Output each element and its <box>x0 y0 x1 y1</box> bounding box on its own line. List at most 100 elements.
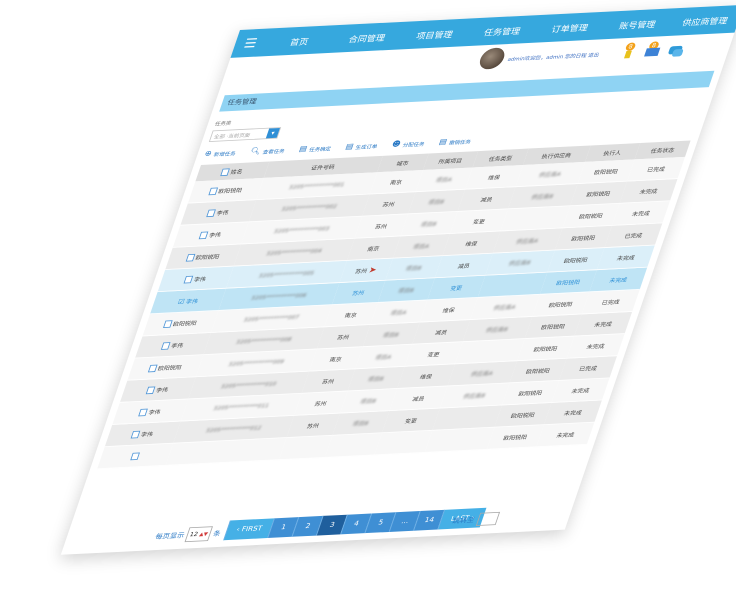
app-page: ☰ 首页 合同管理 项目管理 任务管理 订单管理 账号管理 供应商管理 admi… <box>60 4 736 555</box>
cell-status-text: 已完成 <box>646 165 666 174</box>
col-header-name[interactable]: 姓名 <box>230 168 244 175</box>
revoke-task-label: 撤销任务 <box>448 138 472 146</box>
cell-task-type-text: 变更 <box>426 351 441 359</box>
cell-id-text: 3205**********003 <box>272 225 331 235</box>
cell-executor: 欧阳锐阳 <box>524 313 583 339</box>
assign-user-icon: ☻ <box>390 140 402 150</box>
row-checkbox[interactable] <box>130 452 140 460</box>
nav-item-accounts[interactable]: 账号管理 <box>602 16 674 32</box>
add-task-button[interactable]: ⊕ 新增任务 <box>203 149 237 159</box>
cell-city-text: 苏州 <box>373 223 388 231</box>
cell-project: 项目B <box>384 255 443 281</box>
cell-city-text: 苏州 <box>320 378 335 386</box>
cell-executor-text: 欧阳锐阳 <box>577 212 604 221</box>
cell-task-type-text: 减员 <box>434 329 448 337</box>
cell-task-type: 变更 <box>427 275 486 300</box>
cell-id-text: 3205**********007 <box>242 313 301 324</box>
cell-supplier-text: 供应商B <box>507 259 532 268</box>
cell-id-text: 3205**********004 <box>265 247 323 257</box>
cell-supplier <box>424 427 495 453</box>
cell-project-text: 项目B <box>397 287 415 295</box>
cell-city-text: 苏州 <box>354 267 369 275</box>
cell-project: 项目B <box>407 189 466 214</box>
cell-status-text: 未完成 <box>585 342 606 351</box>
per-page-stepper[interactable]: 12 ▲▼ <box>184 526 214 543</box>
mail-icon[interactable]: 8 <box>643 41 663 58</box>
cell-id-text: 3205**********009 <box>227 358 286 368</box>
cell-status: 已完成 <box>582 289 640 314</box>
header-icons: 8 8 <box>619 40 686 59</box>
cell-task-type-text: 减员 <box>456 262 471 270</box>
cell-project: 项目A <box>392 233 451 259</box>
revoke-task-button[interactable]: ▤ 撤销任务 <box>438 137 473 147</box>
cell-task-type: 变更 <box>450 208 508 234</box>
nav-item-home[interactable]: 首页 <box>264 33 336 49</box>
cell-city-text: 南京 <box>366 245 381 253</box>
cell-project-text: 项目B <box>351 420 370 428</box>
goto-page-input[interactable] <box>475 511 501 526</box>
cell-project: 项目A <box>369 299 428 325</box>
cell-status: 未完成 <box>597 245 655 270</box>
generate-order-button[interactable]: ▤ 生成订单 <box>344 142 379 152</box>
cell-city-text: 苏州 <box>381 201 396 209</box>
cell-task-type-text: 变更 <box>403 417 418 425</box>
cell-id <box>165 437 287 466</box>
cell-task-type-text: 变更 <box>471 218 486 226</box>
cell-executor-text: 欧阳锐阳 <box>547 301 574 309</box>
select-value: 全部 ·当前页面 <box>213 132 251 140</box>
cell-task-type: 变更 <box>382 408 440 433</box>
cell-name-text: 李伟 <box>185 297 199 305</box>
cell-executor-text: 欧阳锐阳 <box>570 234 596 243</box>
chat-icon[interactable] <box>666 40 686 57</box>
cell-name-text: 李伟 <box>170 342 185 350</box>
stepper-arrows-icon[interactable]: ▲▼ <box>199 531 209 537</box>
search-doc-icon: 🔍︎ <box>248 147 262 157</box>
chevron-down-icon[interactable]: ▾ <box>265 127 280 139</box>
cell-status: 未完成 <box>612 200 671 226</box>
cell-status: 已完成 <box>604 222 663 248</box>
cell-city-text: 南京 <box>389 179 403 187</box>
view-task-button[interactable]: 🔍︎ 查看任务 <box>249 146 286 156</box>
assign-task-button[interactable]: ☻ 分配任务 <box>391 139 427 149</box>
nav-item-suppliers[interactable]: 供应商管理 <box>669 13 736 29</box>
cell-executor-text: 欧阳锐阳 <box>555 278 581 287</box>
cell-id-text: 3205**********002 <box>280 203 338 213</box>
confirm-task-button[interactable]: ▤ 任务确定 <box>298 144 333 154</box>
cell-status: 未完成 <box>589 267 648 292</box>
avatar[interactable] <box>476 47 508 70</box>
cell-project: 项目B <box>339 388 398 414</box>
cell-status-text: 已完成 <box>623 232 644 240</box>
confirm-doc-icon: ▤ <box>297 145 309 154</box>
confirm-task-label: 任务确定 <box>308 145 332 153</box>
hamburger-icon[interactable]: ☰ <box>233 35 269 51</box>
cell-city-text: 苏州 <box>305 422 320 430</box>
nav-item-projects[interactable]: 项目管理 <box>399 26 471 42</box>
cell-task-type: 减员 <box>389 385 448 411</box>
cell-project-text: 项目B <box>366 375 385 384</box>
cell-city-text: 南京 <box>343 311 358 320</box>
task-type-select[interactable]: 全部 ·当前页面 ▾ <box>208 127 282 142</box>
nav-item-orders[interactable]: 订单管理 <box>534 19 606 35</box>
cell-status-text: 未完成 <box>562 409 583 417</box>
cell-status-text: 未完成 <box>555 431 576 439</box>
page-buttons: ‹ FIRST 1 2 3 4 5 ... 14 LAST › <box>223 507 487 541</box>
cell-project-text: 项目B <box>381 331 400 339</box>
cell-status: 已完成 <box>559 355 618 381</box>
nav-item-tasks[interactable]: 任务管理 <box>467 23 539 39</box>
welcome-text[interactable]: admin欢迎您，admin 您的日程 退出 <box>507 51 601 62</box>
order-doc-icon: ▤ <box>344 142 355 152</box>
cell-status: 未完成 <box>551 377 610 403</box>
cell-status: 未完成 <box>566 333 625 359</box>
cell-project-text: 项目B <box>404 265 423 273</box>
cell-city-text: 苏州 <box>351 289 366 297</box>
cell-task-type-text: 变更 <box>449 284 464 292</box>
cell-project-text: 项目A <box>434 176 453 184</box>
cell-status: 已完成 <box>627 156 685 182</box>
task-table: 姓名 证件号码 城市 所属项目 任务类型 执行供应商 执行人 任务状态 欧阳锐阳… <box>97 140 691 469</box>
cell-task-type-text: 维保 <box>464 240 479 248</box>
cell-executor-text: 欧阳锐阳 <box>509 411 536 420</box>
generate-order-label: 生成订单 <box>354 143 379 151</box>
medal-icon[interactable]: 8 <box>619 42 639 59</box>
nav-item-contracts[interactable]: 合同管理 <box>331 29 403 45</box>
cell-task-type <box>374 430 433 455</box>
